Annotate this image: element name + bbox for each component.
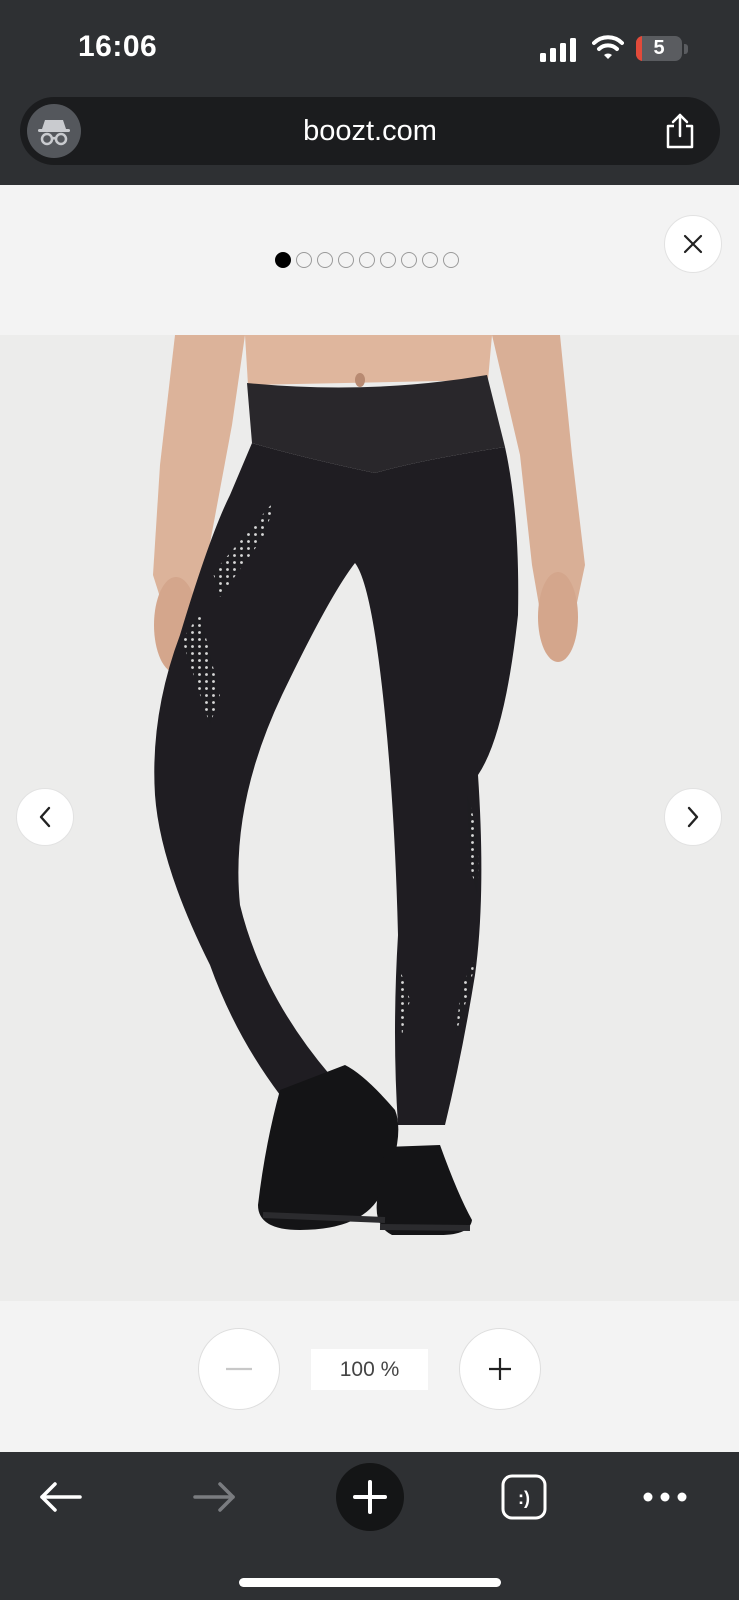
forward-arrow-icon <box>193 1482 235 1512</box>
more-button[interactable] <box>630 1462 700 1532</box>
battery-level: 5 <box>653 37 665 59</box>
gallery-dot[interactable] <box>275 252 291 268</box>
product-image[interactable] <box>0 335 739 1301</box>
signal-icon <box>540 36 580 62</box>
previous-image-button[interactable] <box>16 788 74 846</box>
back-arrow-icon <box>40 1482 82 1512</box>
incognito-icon[interactable] <box>27 104 81 158</box>
home-indicator <box>239 1578 501 1587</box>
status-time: 16:06 <box>78 30 158 63</box>
close-button[interactable] <box>664 215 722 273</box>
image-viewer: 100 % <box>0 185 739 1452</box>
gallery-dot[interactable] <box>401 252 417 268</box>
gallery-dot[interactable] <box>380 252 396 268</box>
next-image-button[interactable] <box>664 788 722 846</box>
zoom-out-button[interactable] <box>198 1328 280 1410</box>
status-bar: 16:06 5 <box>0 0 739 95</box>
tabs-glyph: :) <box>518 1488 530 1508</box>
chevron-left-icon <box>39 806 51 828</box>
address-bar[interactable]: boozt.com <box>20 97 720 165</box>
chevron-right-icon <box>687 806 699 828</box>
gallery-dot[interactable] <box>317 252 333 268</box>
share-icon[interactable] <box>660 111 700 151</box>
gallery-dot[interactable] <box>296 252 312 268</box>
gallery-dot[interactable] <box>359 252 375 268</box>
zoom-level: 100 % <box>311 1349 428 1390</box>
battery-icon: 5 <box>636 36 682 61</box>
wifi-icon <box>592 35 624 59</box>
new-tab-button[interactable] <box>336 1463 404 1531</box>
url-text[interactable]: boozt.com <box>20 97 720 165</box>
plus-icon <box>489 1358 511 1380</box>
battery-tip <box>684 44 688 54</box>
back-button[interactable] <box>25 1462 95 1532</box>
gallery-dot[interactable] <box>338 252 354 268</box>
forward-button[interactable] <box>180 1462 250 1532</box>
gallery-dot[interactable] <box>422 252 438 268</box>
close-icon <box>683 234 703 254</box>
zoom-in-button[interactable] <box>459 1328 541 1410</box>
gallery-pagination <box>275 252 459 268</box>
more-icon <box>643 1492 687 1502</box>
tabs-button[interactable]: :) <box>489 1462 559 1532</box>
new-tab-plus-icon <box>353 1480 387 1514</box>
gallery-dot[interactable] <box>443 252 459 268</box>
tabs-icon: :) <box>501 1474 547 1520</box>
minus-icon <box>226 1367 252 1371</box>
